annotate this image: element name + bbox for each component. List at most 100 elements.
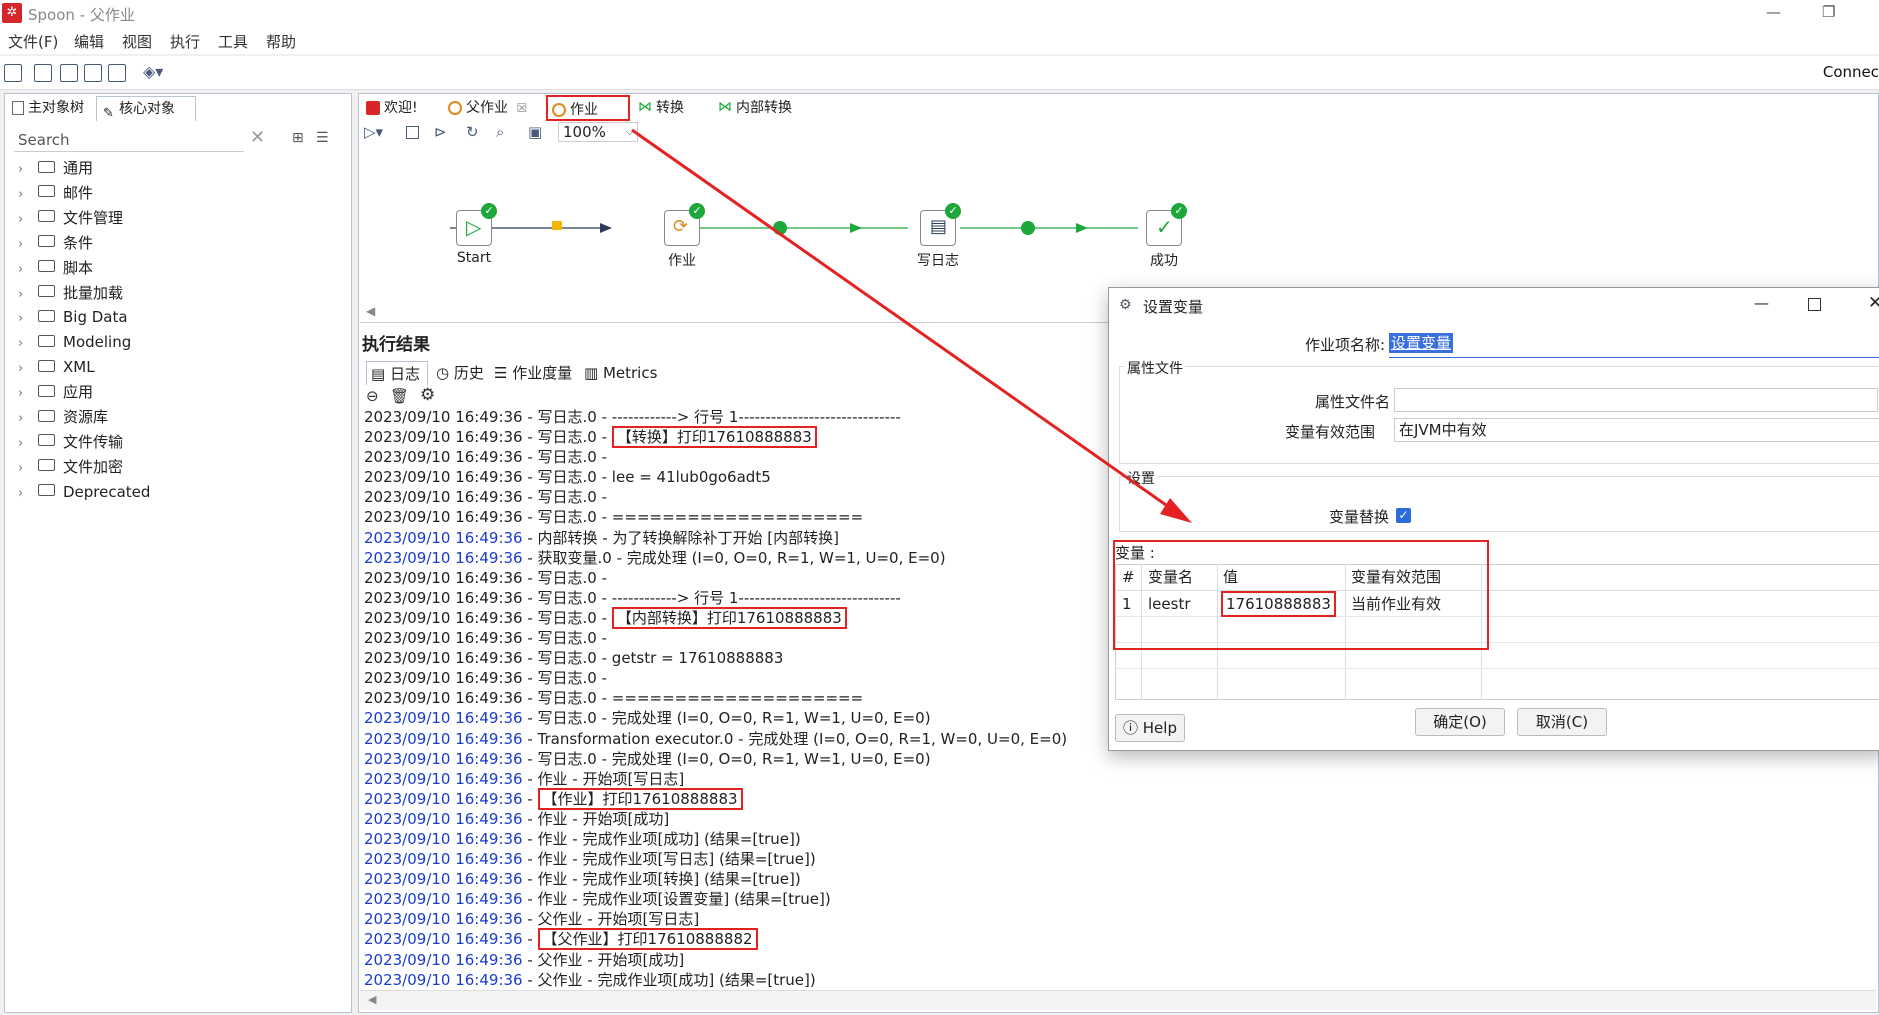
log-message: - 写日志.0 - — [522, 568, 608, 587]
open-file-icon[interactable] — [34, 64, 52, 82]
tab-metrics[interactable]: ▥ Metrics — [584, 361, 657, 385]
log-timestamp: 2023/09/10 16:49:36 — [364, 528, 523, 547]
menu-help[interactable]: 帮助 — [266, 31, 296, 52]
tree-item[interactable]: › 文件加密 — [18, 455, 123, 480]
clear-search-icon[interactable]: ✕ — [250, 127, 265, 148]
trash-icon[interactable]: 🗑 — [390, 387, 409, 405]
scroll-left-icon[interactable]: ◀ — [368, 993, 376, 1006]
menu-edit[interactable]: 编辑 — [74, 31, 104, 52]
explore-repo-icon[interactable] — [60, 64, 78, 82]
tree-item[interactable]: › Modeling — [18, 330, 131, 355]
node-job-label: 作业 — [668, 253, 696, 269]
tree-item[interactable]: › 通用 — [18, 156, 93, 181]
chevron-right-icon: › — [18, 460, 24, 476]
tab-core-objects[interactable]: ✎ 核心对象 — [96, 96, 196, 121]
log-message: - — [522, 789, 538, 808]
replay-icon[interactable]: ↻ — [466, 123, 479, 141]
save-as-icon[interactable] — [108, 64, 126, 82]
log-message: - 写日志.0 - 完成处理 (I=0, O=0, R=1, W=1, U=0,… — [522, 709, 931, 728]
log-message: - 作业 - 完成作业项[成功] (结果=[true]) — [522, 829, 801, 848]
menu-file[interactable]: 文件(F) — [8, 31, 58, 52]
node-write-log-label: 写日志 — [917, 253, 959, 269]
menu-tools[interactable]: 工具 — [218, 31, 248, 52]
folder-icon — [38, 409, 55, 422]
run-icon[interactable]: ▷▾ — [364, 123, 383, 141]
close-icon[interactable]: ✕ — [1868, 293, 1879, 313]
connect-button[interactable]: Connec — [1823, 63, 1879, 81]
scope-label: 变量有效范围 — [1285, 423, 1376, 441]
tree-item-label: 文件传输 — [63, 432, 124, 451]
new-file-icon[interactable] — [4, 64, 22, 82]
tab-job-metrics[interactable]: ☰ 作业度量 — [494, 361, 572, 385]
tree-item[interactable]: › 文件管理 — [18, 206, 123, 231]
tree-item[interactable]: › 条件 — [18, 231, 93, 256]
hop-ok-icon — [773, 221, 787, 235]
folder-icon — [38, 285, 55, 297]
collapse-all-icon[interactable]: ☰ — [316, 130, 329, 146]
folder-icon — [38, 210, 55, 223]
tree-item[interactable]: › 邮件 — [18, 181, 93, 206]
tree-item[interactable]: › 资源库 — [18, 405, 108, 430]
scope-select[interactable]: 在JVM中有效 — [1394, 418, 1879, 442]
tab-transform[interactable]: ⋈ 转换 — [634, 95, 710, 121]
horizontal-scrollbar[interactable]: ◀ — [360, 990, 1876, 1010]
help-button[interactable]: ⓘ Help — [1115, 714, 1185, 742]
save-icon[interactable] — [84, 64, 102, 82]
log-line: 2023/09/10 16:49:36 - 写日志.0 - 完成处理 (I=0,… — [364, 749, 1874, 769]
folder-icon — [38, 459, 55, 472]
restore-icon[interactable]: ❐ — [1822, 3, 1835, 21]
menu-view[interactable]: 视图 — [122, 31, 152, 52]
log-timestamp: 2023/09/10 16:49:36 — [364, 930, 523, 949]
folder-icon — [38, 384, 55, 397]
log-highlight: 【作业】打印17610888883 — [537, 787, 743, 810]
tree-item[interactable]: › 批量加载 — [18, 281, 123, 306]
settings-icon[interactable]: ⚙ — [420, 385, 435, 405]
minimize-icon[interactable]: — — [1754, 294, 1769, 312]
menu-run[interactable]: 执行 — [170, 31, 200, 52]
scroll-left-icon[interactable]: ◀ — [366, 304, 375, 318]
var-replace-checkbox[interactable]: ✓ — [1396, 508, 1411, 523]
preview-icon[interactable]: ⊳ — [434, 123, 447, 141]
tab-log[interactable]: ▤ 日志 — [366, 361, 428, 385]
job-name-field[interactable]: 设置变量 — [1389, 332, 1879, 358]
maximize-icon[interactable] — [1808, 298, 1821, 311]
tab-job[interactable]: 作业 — [546, 95, 630, 121]
sql-icon[interactable]: ⌕ — [496, 123, 504, 141]
log-timestamp: 2023/09/10 16:49:36 — [364, 829, 523, 848]
log-timestamp: 2023/09/10 16:49:36 — [364, 870, 523, 889]
tab-welcome[interactable]: 欢迎! — [362, 95, 440, 121]
minimize-icon[interactable]: — — [1766, 3, 1781, 21]
tab-history[interactable]: ◷ 历史 — [436, 361, 484, 385]
property-file-input[interactable] — [1394, 388, 1878, 412]
tree-item[interactable]: › 文件传输 — [18, 430, 123, 455]
tree-item[interactable]: › 脚本 — [18, 256, 93, 281]
ok-button[interactable]: 确定(O) — [1415, 708, 1505, 736]
tree-item[interactable]: › Deprecated — [18, 480, 150, 505]
log-highlight: 【父作业】打印17610888882 — [537, 928, 758, 951]
stop-icon[interactable] — [406, 126, 419, 139]
history-icon: ◷ — [436, 364, 454, 382]
log-message: - 内部转换 - 为了转换解除补丁开始 [内部转换] — [522, 528, 839, 547]
tab-parent-job[interactable]: 父作业 ☒ — [444, 95, 544, 121]
log-line: 2023/09/10 16:49:36 - 作业 - 开始项[写日志] — [364, 769, 1874, 789]
zoom-select[interactable]: 100% ⌵ — [558, 122, 638, 142]
layers-icon[interactable]: ◈▾ — [143, 62, 163, 81]
tree-item[interactable]: › 应用 — [18, 380, 93, 405]
chevron-right-icon: › — [18, 336, 24, 352]
expand-all-icon[interactable]: ⊞ — [292, 130, 304, 146]
tab-close-icon[interactable]: ☒ — [516, 101, 527, 115]
tree-item-label: 脚本 — [63, 258, 94, 277]
explore-db-icon[interactable]: ▣ — [528, 123, 542, 141]
log-line: 2023/09/10 16:49:36 - 父作业 - 开始项[写日志] — [364, 909, 1874, 929]
tree-item[interactable]: › XML — [18, 355, 95, 380]
cancel-button[interactable]: 取消(C) — [1517, 708, 1607, 736]
search-input[interactable]: Search — [14, 128, 244, 152]
tree-item[interactable]: › Big Data — [18, 305, 128, 330]
tab-main-tree[interactable]: 主对象树 — [6, 96, 92, 121]
log-timestamp: 2023/09/10 16:49:36 — [364, 729, 523, 748]
clear-log-icon[interactable]: ⊖ — [366, 387, 379, 405]
chevron-right-icon: › — [18, 311, 24, 327]
job-name-label: 作业项名称: — [1305, 336, 1386, 354]
tab-inner-transform[interactable]: ⋈ 内部转换 — [714, 95, 824, 121]
tree-item-label: Big Data — [63, 308, 128, 327]
